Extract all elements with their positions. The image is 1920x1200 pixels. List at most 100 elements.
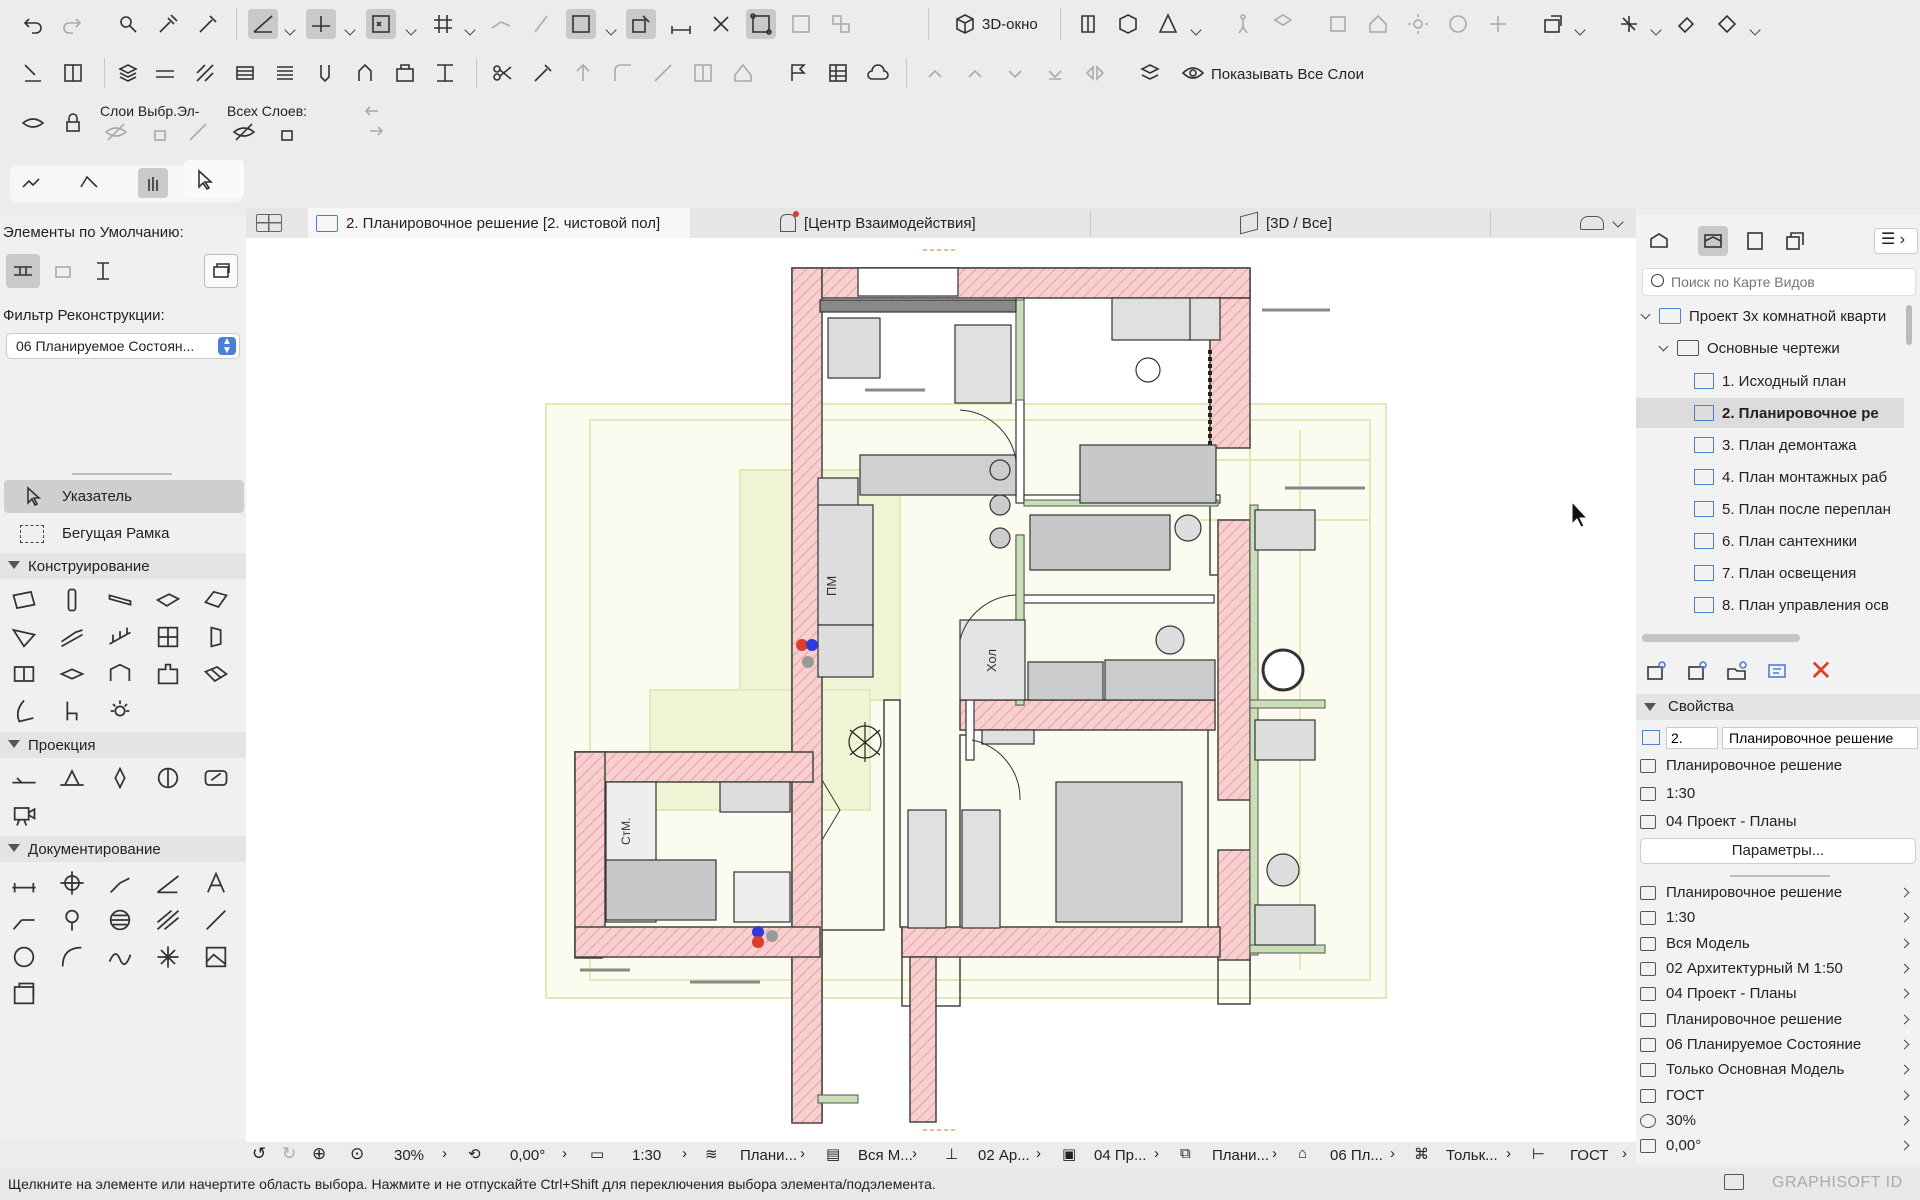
stair-tool-icon[interactable]: [56, 621, 88, 653]
cloud-icon[interactable]: [863, 58, 893, 88]
mvo-icon[interactable]: [390, 58, 420, 88]
render-icon[interactable]: [1712, 9, 1742, 39]
curtain-wall-tool-icon[interactable]: [152, 621, 184, 653]
suspend-group-icon[interactable]: [786, 9, 816, 39]
section-projection[interactable]: Проекция: [0, 732, 246, 758]
mirror-icon[interactable]: [1080, 58, 1110, 88]
view-settings-icon[interactable]: [1762, 656, 1792, 686]
layers-stack-icon[interactable]: [113, 58, 143, 88]
undo-icon[interactable]: [18, 9, 48, 39]
profile-icon[interactable]: [270, 58, 300, 88]
view-cube-icon[interactable]: [1323, 9, 1353, 39]
column-tool-icon[interactable]: [56, 584, 88, 616]
orbit-icon[interactable]: [1153, 9, 1183, 39]
setting-model-only[interactable]: Только Основная Модель: [1636, 1057, 1920, 1082]
pencil-icon[interactable]: [526, 9, 556, 39]
section-tool-icon[interactable]: [8, 762, 40, 794]
bring-front-icon[interactable]: [920, 58, 950, 88]
send-back-icon[interactable]: [1040, 58, 1070, 88]
zone-tool-icon[interactable]: [56, 904, 88, 936]
structure-value[interactable]: Тольк...: [1446, 1147, 1498, 1164]
chevron-right-icon[interactable]: ›: [1622, 1145, 1627, 1162]
zoom-value[interactable]: 30%: [394, 1147, 424, 1164]
paint-icon[interactable]: [1672, 9, 1702, 39]
dim-value[interactable]: ГОСТ: [1570, 1147, 1608, 1164]
find-select-icon[interactable]: [113, 9, 143, 39]
radial-dimension-icon[interactable]: [104, 867, 136, 899]
setting-scale[interactable]: 1:30: [1636, 905, 1920, 930]
layers-icon[interactable]: [1135, 58, 1165, 88]
zoom-in-icon[interactable]: ⊕: [312, 1144, 326, 1164]
chevron-right-icon[interactable]: ›: [912, 1145, 917, 1162]
rotate-icon[interactable]: ⟲: [468, 1145, 481, 1163]
nav-view-6[interactable]: 6. План сантехники: [1636, 526, 1904, 556]
elevation-tool-icon[interactable]: [56, 762, 88, 794]
box-icon[interactable]: [1113, 9, 1143, 39]
drawing-tool-icon[interactable]: [8, 978, 40, 1010]
edit-fill-icon[interactable]: [626, 9, 656, 39]
navigator-vscrollbar[interactable]: [1906, 305, 1912, 345]
setting-dimension[interactable]: ГОСТ: [1636, 1083, 1920, 1108]
explode-icon[interactable]: [1268, 9, 1298, 39]
setting-override[interactable]: Планировочное решение: [1636, 1007, 1920, 1032]
schedule-icon[interactable]: [823, 58, 853, 88]
reno-filter-select[interactable]: 06 Планируемое Состоян... ▲ ▼: [6, 333, 240, 359]
navigator-menu-button[interactable]: ☰ ›: [1874, 228, 1918, 254]
lamp-tool-icon[interactable]: [104, 695, 136, 727]
chevron-right-icon[interactable]: ›: [1154, 1145, 1159, 1162]
fillet-icon[interactable]: [608, 58, 638, 88]
house-icon[interactable]: [1363, 9, 1393, 39]
skylight-tool-icon[interactable]: [56, 658, 88, 690]
view-3d-label[interactable]: 3D-окно: [982, 16, 1038, 33]
layer-lock-icon[interactable]: [58, 108, 88, 138]
wall-fill-icon[interactable]: [566, 9, 596, 39]
door-tool-icon[interactable]: [200, 621, 232, 653]
section-icon[interactable]: [1073, 9, 1103, 39]
chevron-right-icon[interactable]: ›: [1036, 1145, 1041, 1162]
send-backward-icon[interactable]: [1000, 58, 1030, 88]
eyedropper-icon[interactable]: [153, 9, 183, 39]
tab-overview-icon[interactable]: [256, 214, 282, 232]
zoom-prev-icon[interactable]: ↺: [252, 1144, 266, 1164]
setting-renovation[interactable]: 06 Планируемое Состояние: [1636, 1032, 1920, 1057]
layout-book-icon[interactable]: [1740, 226, 1770, 256]
nav-view-1[interactable]: 1. Исходный план: [1636, 366, 1904, 396]
reno-value[interactable]: 06 Пл...: [1330, 1147, 1383, 1164]
zone-category-icon[interactable]: [430, 58, 460, 88]
level-dimension-icon[interactable]: [56, 867, 88, 899]
corner-window-tool-icon[interactable]: [104, 658, 136, 690]
wall-tool-icon[interactable]: [8, 584, 40, 616]
chevron-right-icon[interactable]: ›: [562, 1145, 567, 1162]
angle-dimension-icon[interactable]: [152, 867, 184, 899]
shell-tool-icon[interactable]: [8, 621, 40, 653]
beam-tool-icon[interactable]: [104, 584, 136, 616]
walk-icon[interactable]: [1228, 9, 1258, 39]
ungroup-icon[interactable]: [826, 9, 856, 39]
nav-item-folder[interactable]: Основные чертежи: [1636, 333, 1904, 363]
cross-icon[interactable]: [706, 9, 736, 39]
view-map-icon[interactable]: [1698, 226, 1728, 256]
nav-view-2[interactable]: 2. Планировочное ре: [1636, 398, 1904, 428]
nav-view-8[interactable]: 8. План управления осв: [1636, 590, 1904, 620]
favorites-icon[interactable]: [204, 254, 238, 288]
stamp-default-icon[interactable]: [46, 254, 80, 288]
object-tool-icon[interactable]: [152, 658, 184, 690]
section-construction[interactable]: Конструирование: [0, 553, 246, 579]
hatch-tool-icon[interactable]: [152, 904, 184, 936]
detail-tool-icon[interactable]: [200, 762, 232, 794]
clone-view-icon[interactable]: [1682, 656, 1712, 686]
nav-view-4[interactable]: 4. План монтажных раб: [1636, 462, 1904, 492]
fit-window-icon[interactable]: ⊙: [350, 1144, 364, 1164]
mesh-tool-icon[interactable]: [200, 658, 232, 690]
project-map-icon[interactable]: [1644, 226, 1674, 256]
group-icon[interactable]: [746, 9, 776, 39]
nav-view-7[interactable]: 7. План освещения: [1636, 558, 1904, 588]
chevron-right-icon[interactable]: ›: [682, 1145, 687, 1162]
cube-3d-icon[interactable]: [950, 9, 980, 39]
tab-3d-all[interactable]: [3D / Все]: [1240, 208, 1490, 238]
publish-icon[interactable]: [1538, 9, 1568, 39]
chair-object-icon[interactable]: [56, 695, 88, 727]
line-tool-icon[interactable]: [200, 904, 232, 936]
wire-layer-icon[interactable]: [186, 120, 210, 144]
select-settings-icon[interactable]: [18, 58, 48, 88]
